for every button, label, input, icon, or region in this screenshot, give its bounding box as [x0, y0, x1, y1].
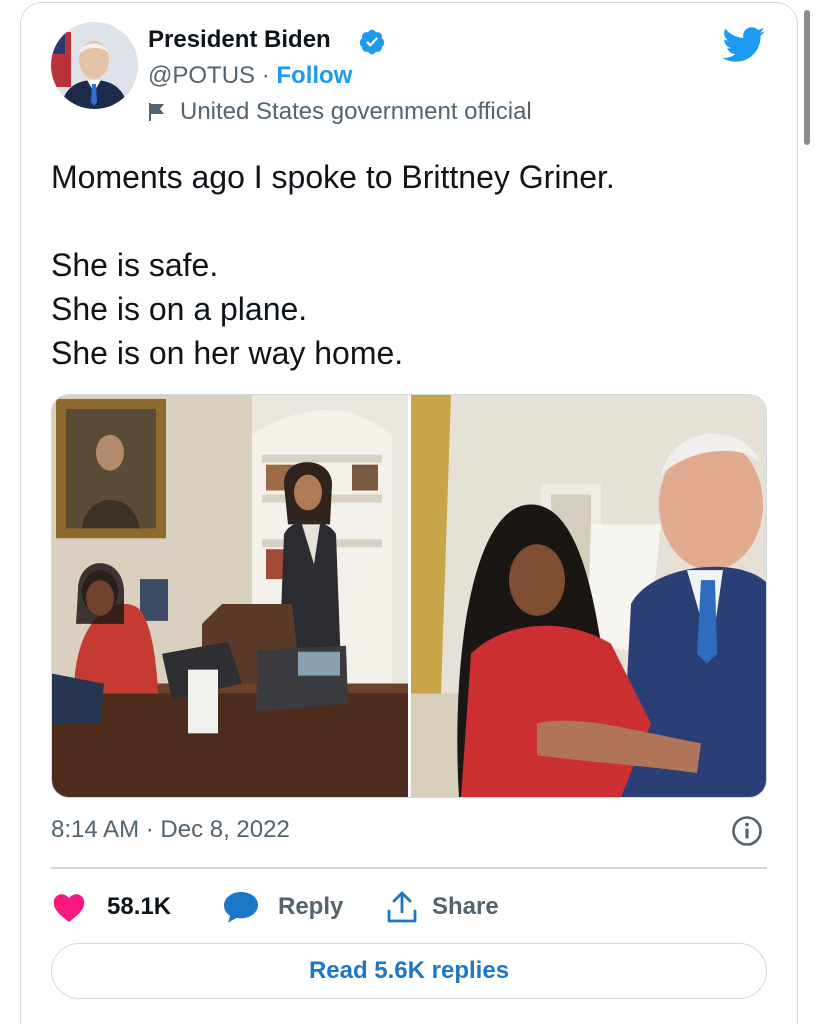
reply-button[interactable]: Reply [222, 885, 343, 929]
tweet-line: She is on a plane. [51, 291, 308, 327]
divider [51, 867, 767, 869]
handle[interactable]: @POTUS [148, 62, 255, 89]
like-count: 58.1K [107, 893, 172, 920]
like-button[interactable]: 58.1K [51, 885, 171, 929]
display-name[interactable]: President Biden [148, 26, 331, 54]
info-icon[interactable] [731, 815, 763, 847]
share-label: Share [432, 893, 499, 920]
tweet-media [51, 394, 767, 798]
photo-phone-call[interactable] [52, 395, 408, 797]
reply-label: Reply [278, 893, 344, 920]
read-replies-button[interactable]: Read 5.6K replies [51, 943, 767, 999]
heart-icon [53, 894, 85, 922]
photo-embrace[interactable] [411, 395, 766, 797]
tweet-text: Moments ago I spoke to Brittney Griner. … [51, 155, 751, 375]
twitter-bird-icon[interactable] [722, 27, 766, 63]
scrollbar[interactable] [804, 10, 810, 145]
avatar[interactable] [51, 22, 138, 109]
tweet-line: She is on her way home. [51, 335, 404, 371]
share-arrow-icon [387, 891, 417, 923]
handle-row: @POTUS · Follow [148, 62, 352, 90]
timestamp[interactable]: 8:14 AM · Dec 8, 2022 [51, 816, 290, 844]
follow-button[interactable]: Follow [276, 62, 352, 89]
speech-bubble-icon [224, 892, 258, 923]
tweet-line: She is safe. [51, 247, 219, 283]
tweet-line: Moments ago I spoke to Brittney Griner. [51, 159, 615, 195]
flag-icon [149, 103, 164, 121]
government-label-text: United States government official [180, 98, 532, 125]
share-button[interactable]: Share [386, 885, 499, 929]
verified-badge-icon [359, 29, 385, 55]
government-label[interactable]: United States government official [148, 98, 532, 126]
handle-separator: · [261, 62, 270, 89]
